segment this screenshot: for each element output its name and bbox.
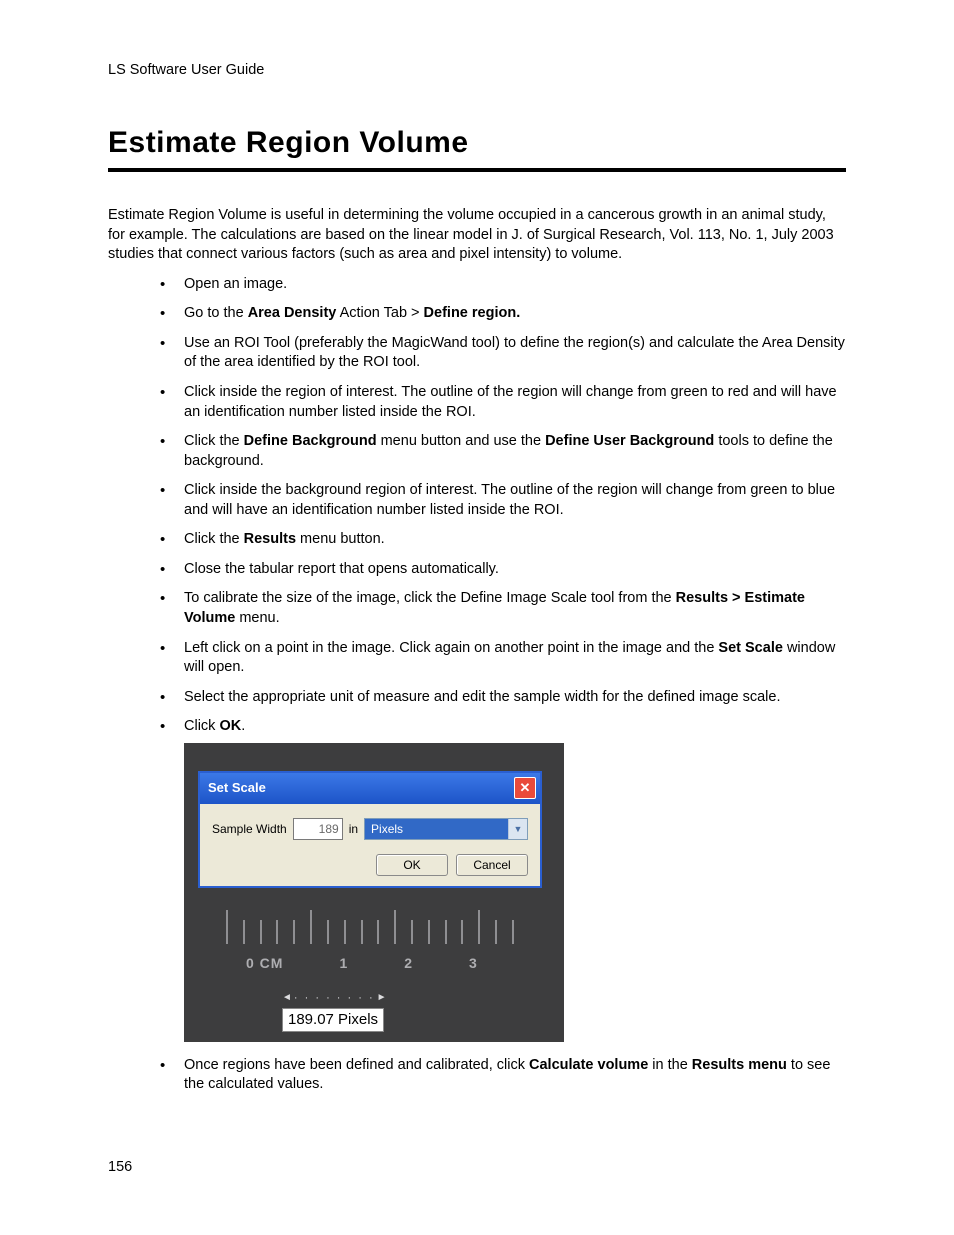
bold-text: Results menu [692, 1057, 787, 1073]
bold-text: Calculate volume [529, 1057, 648, 1073]
unit-selected-value: Pixels [365, 819, 508, 839]
step-text: in the [648, 1057, 692, 1073]
sample-width-input[interactable] [293, 818, 343, 840]
bold-text: Define User Background [545, 433, 714, 449]
steps-list: Open an image. Go to the Area Density Ac… [108, 275, 846, 1095]
ok-button[interactable]: OK [376, 854, 448, 876]
step-item: Go to the Area Density Action Tab > Defi… [166, 304, 846, 324]
step-item: Click inside the background region of in… [166, 481, 846, 520]
step-item: Once regions have been defined and calib… [166, 1056, 846, 1095]
bold-text: Set Scale [718, 640, 783, 656]
step-item: Click the Results menu button. [166, 530, 846, 550]
page-number: 156 [108, 1159, 132, 1175]
page-title: Estimate Region Volume [108, 126, 846, 162]
step-text: Open an image. [184, 276, 287, 292]
step-item: Close the tabular report that opens auto… [166, 560, 846, 580]
step-text: Use an ROI Tool (preferably the MagicWan… [184, 335, 845, 371]
step-text: Click the [184, 531, 244, 547]
step-text: To calibrate the size of the image, clic… [184, 590, 676, 606]
step-text: Click inside the region of interest. The… [184, 384, 837, 420]
set-scale-screenshot: Set Scale ✕ Sample Width in Pixels [184, 743, 564, 1042]
step-text: . [241, 718, 245, 734]
ruler-labels: 0 CM 1 2 3 [198, 954, 542, 973]
arrow-right-icon: ► [377, 991, 387, 1005]
step-item: Click the Define Background menu button … [166, 432, 846, 471]
step-text: menu button and use the [377, 433, 546, 449]
close-icon: ✕ [520, 781, 531, 794]
step-text: Once regions have been defined and calib… [184, 1057, 529, 1073]
step-item: Select the appropriate unit of measure a… [166, 688, 846, 708]
set-scale-dialog: Set Scale ✕ Sample Width in Pixels [198, 771, 542, 888]
ruler-label: 1 [339, 954, 348, 973]
arrow-left-icon: ◄ [282, 991, 292, 1005]
step-text: menu. [235, 610, 279, 626]
step-item: Left click on a point in the image. Clic… [166, 639, 846, 678]
ruler-label: 2 [404, 954, 413, 973]
step-text: Click [184, 718, 219, 734]
bold-text: Define Background [244, 433, 377, 449]
step-item: Use an ROI Tool (preferably the MagicWan… [166, 334, 846, 373]
step-item: Open an image. [166, 275, 846, 295]
sample-width-row: Sample Width in Pixels ▼ [212, 818, 528, 840]
scale-line: ◄ · · · · · · · · ► [282, 991, 387, 1006]
chevron-down-icon[interactable]: ▼ [508, 819, 527, 839]
dialog-titlebar[interactable]: Set Scale ✕ [200, 773, 540, 804]
scale-readout: 189.07 Pixels [282, 1008, 384, 1032]
scale-dots: · · · · · · · · [294, 991, 375, 1006]
step-text: Select the appropriate unit of measure a… [184, 689, 780, 705]
step-text: menu button. [296, 531, 385, 547]
step-text: Click inside the background region of in… [184, 482, 835, 518]
dialog-title: Set Scale [208, 779, 266, 797]
close-button[interactable]: ✕ [514, 777, 536, 799]
step-text: Action Tab > [336, 305, 423, 321]
bold-text: OK [219, 718, 241, 734]
dialog-body: Sample Width in Pixels ▼ OK Cancel [200, 804, 540, 886]
step-text: Click the [184, 433, 244, 449]
step-text: Left click on a point in the image. Clic… [184, 640, 718, 656]
cancel-button[interactable]: Cancel [456, 854, 528, 876]
bold-text: Results [244, 531, 296, 547]
step-item: Click OK. Set Scale ✕ Sample Width [166, 717, 846, 1042]
bold-text: Area Density [248, 305, 337, 321]
document-header: LS Software User Guide [108, 62, 846, 78]
ruler-label: 3 [469, 954, 478, 973]
step-item: To calibrate the size of the image, clic… [166, 589, 846, 628]
ruler-label: 0 CM [246, 954, 283, 973]
dialog-buttons: OK Cancel [212, 854, 528, 876]
ruler-background: 0 CM 1 2 3 ◄ · · · · · · · · ► 189.07 Pi… [198, 906, 542, 1026]
intro-paragraph: Estimate Region Volume is useful in dete… [108, 206, 846, 265]
in-label: in [349, 821, 358, 837]
step-text: Close the tabular report that opens auto… [184, 561, 499, 577]
ruler-ticks [198, 906, 542, 944]
step-item: Click inside the region of interest. The… [166, 383, 846, 422]
bold-text: Define region. [424, 305, 521, 321]
unit-select[interactable]: Pixels ▼ [364, 818, 528, 840]
sample-width-label: Sample Width [212, 821, 287, 837]
scale-indicator: ◄ · · · · · · · · ► 189.07 Pixels [282, 991, 387, 1032]
title-rule [108, 168, 846, 172]
step-text: Go to the [184, 305, 248, 321]
